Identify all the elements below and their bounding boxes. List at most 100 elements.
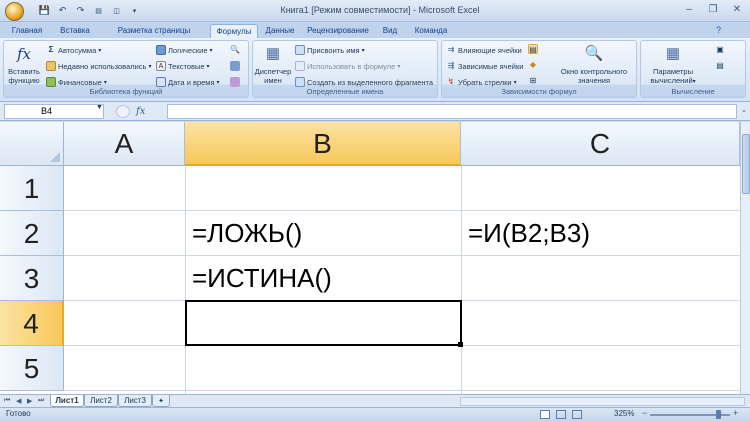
lookup-icon[interactable]: 🔍 — [230, 45, 240, 55]
tab-home[interactable]: Главная — [4, 24, 50, 38]
autosum-button[interactable]: Σ Автосумма ▾ — [46, 45, 102, 55]
worksheet-grid[interactable]: A B C 1 2 3 4 5 =ЛОЖЬ() =И(B2;B3) =ИСТИН… — [0, 122, 740, 394]
calculator-icon: ▦ — [665, 45, 681, 62]
restore-button[interactable]: ❐ — [702, 3, 724, 17]
financial-button[interactable]: Финансовые ▾ — [46, 77, 107, 87]
last-sheet-icon[interactable]: ⏭ — [38, 397, 44, 405]
row-header-1[interactable]: 1 — [0, 166, 64, 211]
error-checking-icon[interactable]: ◆ — [528, 60, 538, 70]
expand-formula-icon[interactable]: ⌄ — [741, 106, 747, 114]
tab-insert[interactable]: Вставка — [52, 24, 98, 38]
text-button[interactable]: A Текстовые ▾ — [156, 61, 210, 71]
formula-input[interactable] — [167, 104, 737, 119]
cell-c2[interactable]: =И(B2;B3) — [462, 211, 590, 255]
first-sheet-icon[interactable]: ⏮ — [4, 397, 10, 405]
select-all-corner[interactable] — [0, 122, 64, 166]
row-header-4[interactable]: 4 — [0, 301, 64, 346]
sheet-tab-1[interactable]: Лист1 — [50, 395, 84, 407]
tab-view[interactable]: Вид — [376, 24, 404, 38]
column-header-c[interactable]: C — [461, 122, 740, 166]
text-book-icon: A — [156, 61, 166, 71]
gridline — [64, 390, 740, 391]
customize-qat-icon[interactable]: ▾ — [128, 4, 141, 17]
insert-function-button[interactable]: fx Вставить функцию — [6, 43, 42, 85]
financial-book-icon — [46, 77, 56, 87]
create-from-selection-button[interactable]: Создать из выделенного фрагмента — [295, 77, 433, 87]
trace-precedents-label: Влияющие ячейки — [458, 45, 522, 55]
calc-options-button[interactable]: ▦ Параметры вычислений▾ — [643, 43, 703, 87]
tab-data[interactable]: Данные — [260, 24, 300, 38]
active-cell-b4[interactable] — [185, 300, 462, 346]
row-header-5[interactable]: 5 — [0, 346, 64, 391]
undo-icon[interactable]: ↶ — [56, 4, 69, 17]
fill-handle[interactable] — [458, 342, 463, 347]
next-sheet-icon[interactable]: ▶ — [27, 397, 32, 405]
name-manager-button[interactable]: ▦ Диспетчер имен — [253, 43, 293, 85]
page-break-view-icon[interactable] — [572, 410, 582, 419]
more-functions-icon[interactable] — [230, 77, 240, 87]
tab-formulas[interactable]: Формулы — [210, 24, 258, 38]
row-header-2[interactable]: 2 — [0, 211, 64, 256]
show-formulas-icon[interactable]: ▤ — [528, 44, 538, 54]
math-icon[interactable] — [230, 61, 240, 71]
save-icon[interactable]: 💾 — [38, 4, 51, 17]
help-icon[interactable]: ? — [716, 25, 721, 35]
remove-arrows-icon: ↯ — [447, 77, 455, 86]
minimize-button[interactable]: – — [678, 3, 700, 17]
zoom-out-icon[interactable]: − — [642, 408, 647, 418]
zoom-slider-thumb[interactable] — [716, 410, 721, 419]
logical-button[interactable]: Логические ▾ — [156, 45, 213, 55]
office-button[interactable] — [5, 2, 24, 21]
insert-sheet-tab[interactable]: ✦ — [152, 395, 170, 407]
zoom-level[interactable]: 325% — [614, 409, 634, 418]
cell-b2[interactable]: =ЛОЖЬ() — [186, 211, 302, 255]
recently-used-button[interactable]: Недавно использовались ▾ — [46, 61, 151, 71]
assign-name-button[interactable]: Присвоить имя ▾ — [295, 45, 365, 55]
fx-button-icon[interactable]: fx — [136, 106, 145, 117]
status-text: Готово — [6, 409, 31, 418]
vertical-scroll-thumb[interactable] — [742, 134, 750, 194]
row-header-3[interactable]: 3 — [0, 256, 64, 301]
evaluate-formula-icon[interactable]: ⊞ — [528, 76, 538, 86]
calc-options-label-2: вычислений — [650, 76, 693, 85]
name-manager-label-2: имен — [264, 76, 282, 85]
calculate-sheet-icon[interactable]: ▤ — [715, 61, 725, 71]
group-defined-names: ▦ Диспетчер имен Присвоить имя ▾ Использо… — [252, 40, 438, 98]
vertical-scrollbar[interactable] — [740, 122, 750, 394]
page-layout-view-icon[interactable] — [556, 410, 566, 419]
name-box-dropdown-icon[interactable]: ▼ — [96, 104, 103, 111]
zoom-in-icon[interactable]: + — [733, 408, 738, 418]
horizontal-scrollbar[interactable] — [460, 397, 745, 406]
tab-team[interactable]: Команда — [406, 24, 456, 38]
column-header-b[interactable]: B — [185, 122, 461, 166]
remove-arrows-button[interactable]: ↯ Убрать стрелки ▾ — [446, 77, 517, 87]
normal-view-icon[interactable] — [540, 410, 550, 419]
calculation-label: Вычисление — [671, 87, 715, 96]
redo-icon[interactable]: ↷ — [74, 4, 87, 17]
tab-review[interactable]: Рецензирование — [302, 24, 374, 38]
ribbon: fx Вставить функцию Σ Автосумма ▾ Недавно… — [0, 38, 750, 102]
cell-b3[interactable]: =ИСТИНА() — [186, 256, 332, 300]
sigma-icon: Σ — [48, 45, 54, 54]
datetime-button[interactable]: Дата и время ▾ — [156, 77, 220, 87]
insert-sheet-icon: ✦ — [158, 398, 164, 405]
title-bar: 💾 ↶ ↷ ▤ ◫ ▾ Книга1 [Режим совместимости]… — [0, 0, 750, 22]
sheet-tab-3[interactable]: Лист3 — [118, 395, 152, 407]
trace-dependents-icon: ⇶ — [447, 61, 455, 70]
use-in-formula-button[interactable]: Использовать в формуле ▾ — [295, 61, 400, 71]
create-from-selection-icon — [295, 77, 305, 87]
trace-precedents-button[interactable]: ⇉ Влияющие ячейки — [446, 45, 522, 55]
name-box[interactable]: B4 — [4, 104, 104, 119]
calculate-now-icon[interactable]: ▣ — [715, 45, 725, 55]
tab-page-layout[interactable]: Разметка страницы — [100, 24, 208, 38]
remove-arrows-label: Убрать стрелки — [458, 77, 512, 87]
print-icon[interactable]: ▤ — [92, 4, 105, 17]
close-button[interactable]: ✕ — [726, 3, 748, 17]
circle-button-icon[interactable] — [116, 105, 130, 118]
column-header-a[interactable]: A — [64, 122, 185, 166]
sheet-tab-2[interactable]: Лист2 — [84, 395, 118, 407]
preview-icon[interactable]: ◫ — [110, 4, 123, 17]
watch-window-button[interactable]: 🔍 Окно контрольного значения — [552, 43, 636, 85]
trace-dependents-button[interactable]: ⇶ Зависимые ячейки — [446, 61, 524, 71]
prev-sheet-icon[interactable]: ◀ — [16, 397, 21, 405]
